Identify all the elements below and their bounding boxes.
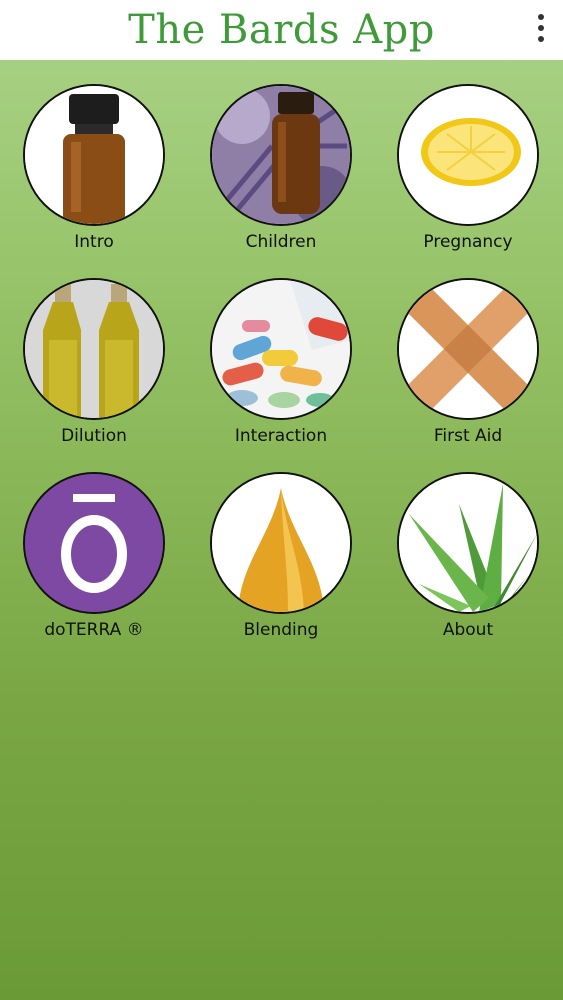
tile-label: About — [442, 620, 494, 640]
tile-label: doTERRA ® — [44, 620, 144, 640]
oil-bottle-icon — [23, 84, 165, 226]
pills-icon — [210, 278, 352, 420]
tile-label: Dilution — [61, 426, 127, 446]
lavender-bottle-icon — [210, 84, 352, 226]
app-title: The Bards App — [128, 7, 435, 53]
tile-label: Intro — [74, 232, 114, 252]
tile-label: Pregnancy — [423, 232, 513, 252]
app-header: The Bards App — [0, 0, 563, 60]
tile-label: Children — [245, 232, 317, 252]
oil-bottles-icon — [23, 278, 165, 420]
tile-label: Blending — [243, 620, 319, 640]
oil-drop-icon — [210, 472, 352, 614]
doterra-logo-icon — [23, 472, 165, 614]
lemon-icon — [397, 84, 539, 226]
bandage-icon — [397, 278, 539, 420]
aloe-icon — [397, 472, 539, 614]
tile-label: First Aid — [433, 426, 503, 446]
overflow-menu-icon[interactable] — [533, 12, 549, 44]
tile-label: Interaction — [234, 426, 328, 446]
